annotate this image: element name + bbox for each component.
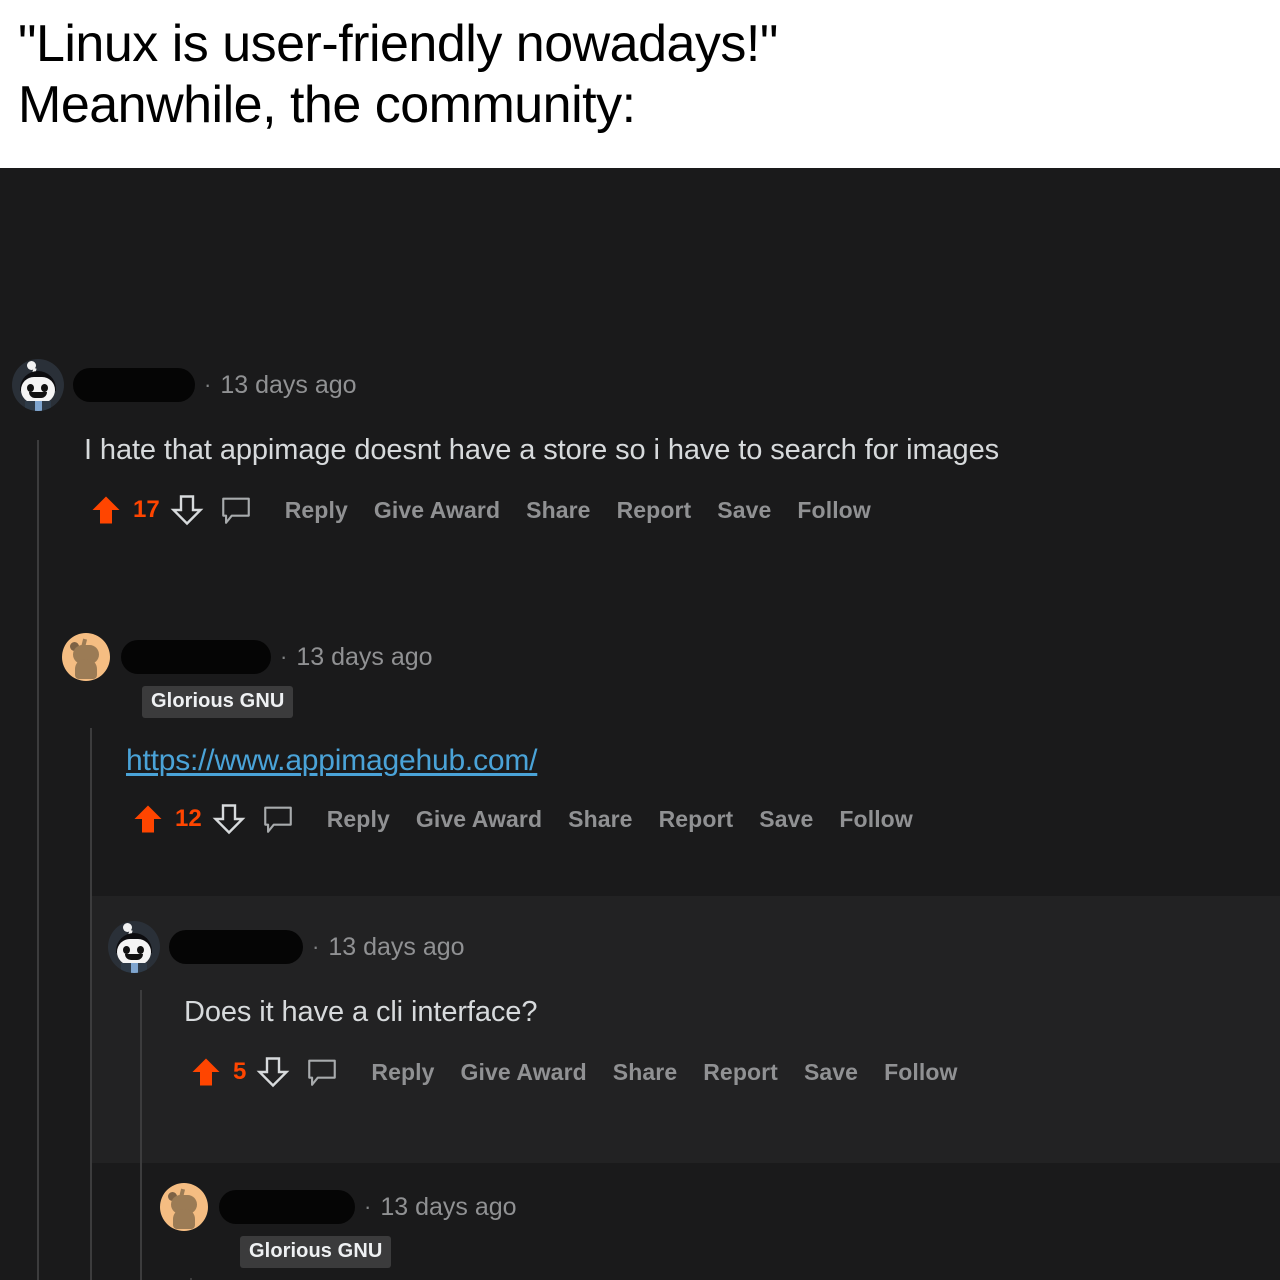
username-redacted[interactable] — [169, 930, 303, 964]
give-award-button[interactable]: Give Award — [416, 806, 542, 833]
follow-button[interactable]: Follow — [797, 497, 870, 524]
report-button[interactable]: Report — [703, 1059, 778, 1086]
caption-line-2: Meanwhile, the community: — [18, 76, 636, 135]
comment-4: · 13 days ago Glorious GNU Make one, sma… — [158, 1180, 1025, 1280]
vote-score: 5 — [233, 1058, 247, 1085]
meme-caption: "Linux is user-friendly nowadays!" Meanw… — [0, 0, 1280, 168]
meta-separator: · — [312, 934, 320, 959]
comment-3-header: · 13 days ago — [108, 920, 957, 974]
username-redacted[interactable] — [73, 368, 195, 402]
caption-line-1: "Linux is user-friendly nowadays!" — [18, 15, 778, 73]
avatar[interactable] — [60, 631, 112, 683]
share-button[interactable]: Share — [568, 806, 632, 833]
comment-1-header: · 13 days ago — [12, 358, 999, 412]
thread-line-depth-0[interactable] — [37, 440, 39, 1280]
follow-button[interactable]: Follow — [884, 1059, 957, 1086]
comment-3: · 13 days ago Does it have a cli interfa… — [108, 920, 957, 1095]
reply-button[interactable]: Reply — [327, 806, 390, 833]
reddit-comment-thread: · 13 days ago I hate that appimage doesn… — [0, 168, 1280, 1280]
comment-action-bar: 17 Reply Give Award Share Report Save Fo… — [88, 487, 999, 533]
meta-separator: · — [280, 644, 288, 669]
user-flair-badge: Glorious GNU — [240, 1236, 392, 1268]
comment-bubble-icon[interactable] — [291, 1055, 345, 1089]
username-redacted[interactable] — [219, 1190, 355, 1224]
comment-bubble-icon[interactable] — [247, 802, 301, 836]
meta-separator: · — [364, 1194, 372, 1219]
meta-separator: · — [204, 372, 212, 397]
comment-body-link[interactable]: https://www.appimagehub.com/ — [126, 744, 913, 778]
username-redacted[interactable] — [121, 640, 271, 674]
comment-body: Does it have a cli interface? — [184, 996, 538, 1028]
share-button[interactable]: Share — [613, 1059, 677, 1086]
report-button[interactable]: Report — [659, 806, 734, 833]
follow-button[interactable]: Follow — [839, 806, 912, 833]
save-button[interactable]: Save — [717, 497, 771, 524]
user-flair-badge: Glorious GNU — [142, 686, 294, 718]
comment-action-bar: 5 Reply Give Award Share Report Save Fol… — [188, 1049, 957, 1095]
save-button[interactable]: Save — [759, 806, 813, 833]
comment-1: · 13 days ago I hate that appimage doesn… — [12, 358, 999, 533]
report-button[interactable]: Report — [617, 497, 692, 524]
vote-score: 17 — [133, 496, 160, 523]
upvote-icon[interactable] — [130, 801, 166, 837]
comment-2: · 13 days ago Glorious GNU https://www.a… — [60, 630, 913, 842]
comment-timestamp[interactable]: 13 days ago — [220, 371, 356, 400]
comment-action-bar: 12 Reply Give Award Share Report Save Fo… — [130, 796, 913, 842]
vote-score: 12 — [175, 805, 202, 832]
downvote-icon[interactable] — [169, 492, 205, 528]
avatar[interactable] — [108, 921, 160, 973]
give-award-button[interactable]: Give Award — [461, 1059, 587, 1086]
reply-button[interactable]: Reply — [285, 497, 348, 524]
comment-flair-row: Glorious GNU — [240, 1236, 1025, 1268]
downvote-icon[interactable] — [255, 1054, 291, 1090]
upvote-icon[interactable] — [188, 1054, 224, 1090]
comment-body: I hate that appimage doesnt have a store… — [84, 434, 1000, 466]
comment-2-header: · 13 days ago — [60, 630, 913, 684]
comment-4-header: · 13 days ago — [158, 1180, 1025, 1234]
comment-flair-row: Glorious GNU — [142, 686, 913, 718]
upvote-icon[interactable] — [88, 492, 124, 528]
save-button[interactable]: Save — [804, 1059, 858, 1086]
comment-bubble-icon[interactable] — [205, 493, 259, 527]
comment-timestamp[interactable]: 13 days ago — [328, 933, 464, 962]
give-award-button[interactable]: Give Award — [374, 497, 500, 524]
reply-button[interactable]: Reply — [371, 1059, 434, 1086]
comment-timestamp[interactable]: 13 days ago — [296, 643, 432, 672]
comment-timestamp[interactable]: 13 days ago — [380, 1193, 516, 1222]
avatar[interactable] — [12, 359, 64, 411]
downvote-icon[interactable] — [211, 801, 247, 837]
share-button[interactable]: Share — [526, 497, 590, 524]
avatar[interactable] — [158, 1181, 210, 1233]
